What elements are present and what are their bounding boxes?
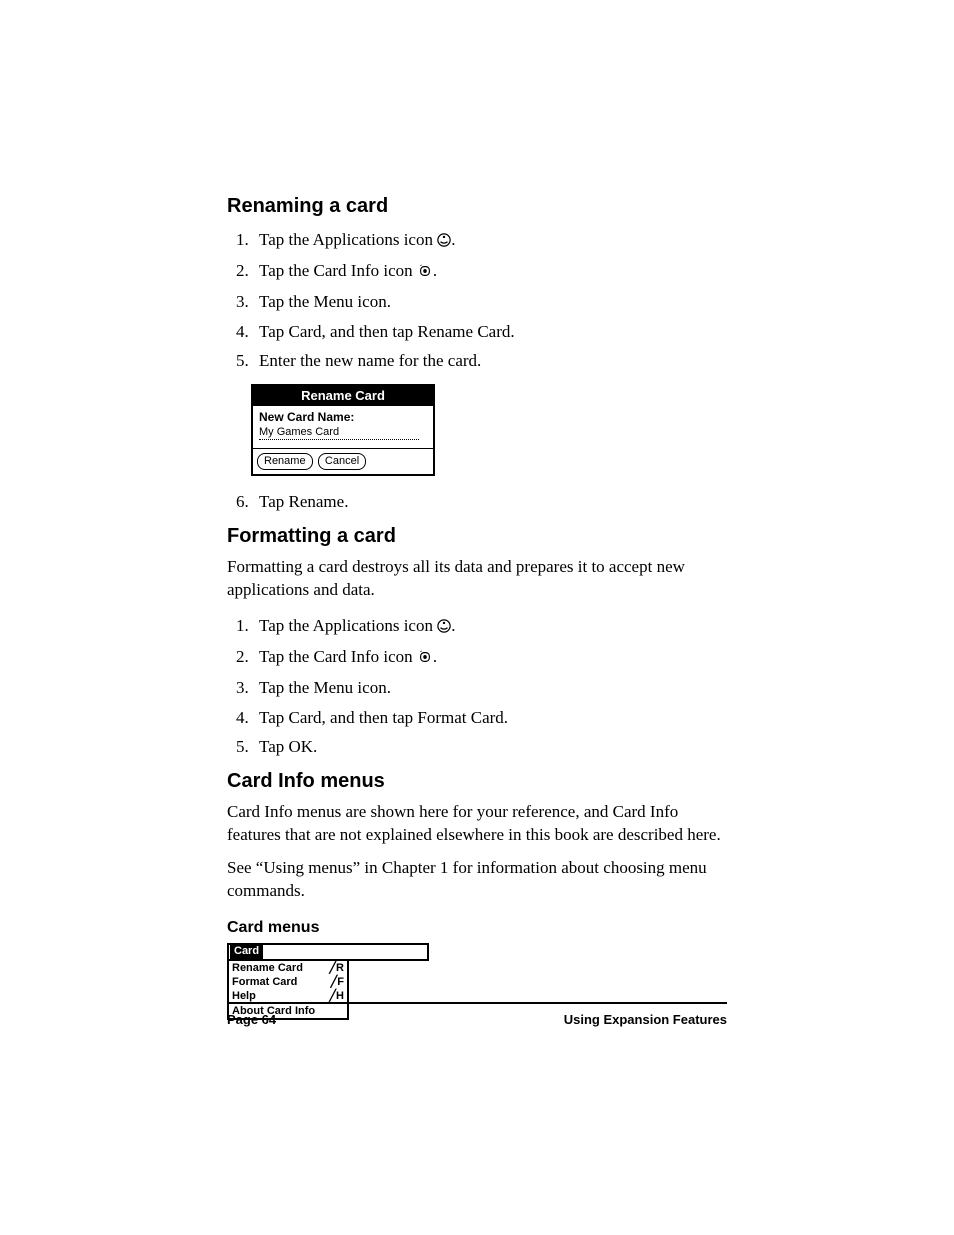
applications-icon xyxy=(437,228,451,255)
cancel-button[interactable]: Cancel xyxy=(318,453,366,470)
menu-item-rename-card[interactable]: Rename Card ╱R xyxy=(229,961,347,975)
formatting-steps-list: Tap the Applications icon . Tap the Card… xyxy=(227,612,727,760)
menu-bar: Card xyxy=(227,943,429,961)
new-card-name-input[interactable] xyxy=(259,426,419,440)
footer-chapter-title: Using Expansion Features xyxy=(564,1012,727,1027)
period: . xyxy=(433,261,437,280)
step-text: Tap the Card Info icon xyxy=(259,261,417,280)
renaming-steps-list-a: Tap the Applications icon . Tap the Card… xyxy=(227,226,727,374)
step-text: Tap the Applications icon xyxy=(259,230,437,249)
heading-card-info-menus: Card Info menus xyxy=(227,770,727,793)
step-text: Tap the Card Info icon xyxy=(259,647,417,666)
subheading-card-menus: Card menus xyxy=(227,919,727,937)
list-item: Tap Card, and then tap Rename Card. xyxy=(253,318,727,345)
step-text: Tap Card, and then tap Format Card. xyxy=(259,708,508,727)
list-item: Tap the Applications icon . xyxy=(253,612,727,641)
rename-button[interactable]: Rename xyxy=(257,453,313,470)
dialog-body: New Card Name: xyxy=(253,406,433,448)
menu-item-format-card[interactable]: Format Card ╱F xyxy=(229,975,347,989)
rename-card-dialog: Rename Card New Card Name: Rename Cancel xyxy=(251,384,435,476)
period: . xyxy=(451,616,455,635)
list-item: Tap the Card Info icon . xyxy=(253,257,727,286)
page-footer: Page 64 Using Expansion Features xyxy=(227,1002,727,1027)
list-item: Tap the Menu icon. xyxy=(253,674,727,701)
step-text: Tap Card, and then tap Rename Card. xyxy=(259,322,515,341)
card-info-icon xyxy=(417,259,433,286)
list-item: Tap OK. xyxy=(253,733,727,760)
step-text: Tap the Menu icon. xyxy=(259,678,391,697)
card-info-icon xyxy=(417,645,433,672)
dialog-button-row: Rename Cancel xyxy=(253,448,433,474)
list-item: Tap the Applications icon . xyxy=(253,226,727,255)
step-text: Tap OK. xyxy=(259,737,317,756)
step-text: Tap the Applications icon xyxy=(259,616,437,635)
card-info-menus-p1: Card Info menus are shown here for your … xyxy=(227,801,727,847)
heading-renaming-a-card: Renaming a card xyxy=(227,195,727,218)
period: . xyxy=(433,647,437,666)
menu-item-shortcut: ╱R xyxy=(329,961,344,975)
list-item: Enter the new name for the card. xyxy=(253,347,727,374)
menu-item-label: Rename Card xyxy=(232,961,303,975)
heading-formatting-a-card: Formatting a card xyxy=(227,525,727,548)
list-item: Tap Card, and then tap Format Card. xyxy=(253,704,727,731)
menu-item-shortcut: ╱H xyxy=(329,989,344,1003)
footer-rule xyxy=(227,1002,727,1004)
document-page: Renaming a card Tap the Applications ico… xyxy=(0,0,954,1235)
list-item: Tap Rename. xyxy=(253,488,727,515)
list-item: Tap the Card Info icon . xyxy=(253,643,727,672)
list-item: Tap the Menu icon. xyxy=(253,288,727,315)
step-text: Tap the Menu icon. xyxy=(259,292,391,311)
step-text: Tap Rename. xyxy=(259,492,348,511)
formatting-intro: Formatting a card destroys all its data … xyxy=(227,556,727,602)
period: . xyxy=(451,230,455,249)
step-text: Enter the new name for the card. xyxy=(259,351,481,370)
footer-page-number: Page 64 xyxy=(227,1012,276,1027)
menu-bar-tab-card[interactable]: Card xyxy=(230,945,263,959)
new-card-name-label: New Card Name: xyxy=(259,410,427,424)
page-content: Renaming a card Tap the Applications ico… xyxy=(227,195,727,1020)
menu-item-shortcut: ╱F xyxy=(331,975,344,989)
menu-item-label: Format Card xyxy=(232,975,297,989)
card-info-menus-p2: See “Using menus” in Chapter 1 for infor… xyxy=(227,857,727,903)
menu-item-help[interactable]: Help ╱H xyxy=(229,989,347,1003)
dialog-title: Rename Card xyxy=(253,386,433,406)
menu-item-label: Help xyxy=(232,989,256,1003)
applications-icon xyxy=(437,614,451,641)
renaming-steps-list-b: Tap Rename. xyxy=(227,488,727,515)
